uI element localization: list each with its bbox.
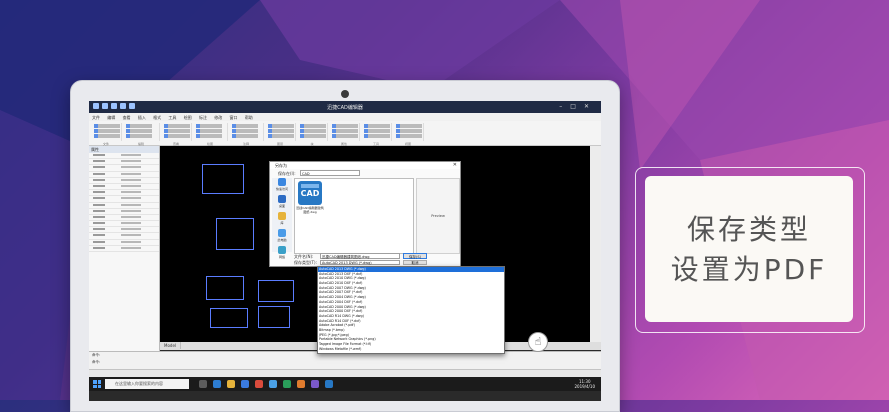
ribbon-group[interactable]: 视图 <box>393 123 424 146</box>
desktop-icon <box>278 195 286 203</box>
taskbar-search-input[interactable]: 在这里输入你要搜索的内容 <box>105 379 189 389</box>
save-button[interactable]: 保存(S) <box>403 253 427 259</box>
ribbon-group[interactable]: 绘图 <box>193 123 228 146</box>
library-icon <box>278 212 286 220</box>
app-icon[interactable] <box>269 380 277 388</box>
drawing-sheet <box>210 308 248 328</box>
file-list[interactable]: CAD 迅捷CAD编辑器建筑图纸.dwg <box>294 178 414 254</box>
ribbon-group[interactable]: 查看 <box>161 123 192 146</box>
app-icon[interactable] <box>255 380 263 388</box>
dropdown-option[interactable]: Windows Metafile (*.wmf) <box>318 347 504 352</box>
dialog-title: 另存为 <box>270 162 460 169</box>
ribbon-group[interactable]: 属性 <box>329 123 360 146</box>
edge-icon[interactable] <box>213 380 221 388</box>
callout-card: 保存类型 设置为PDF <box>645 176 853 322</box>
window-titlebar: 迅捷CAD编辑器 –□✕ <box>89 101 601 113</box>
cad-app-icon[interactable] <box>325 380 333 388</box>
preview-pane: Preview <box>416 178 460 254</box>
place-this-pc[interactable]: 此电脑 <box>272 229 292 243</box>
webcam <box>341 90 349 98</box>
clock-date: 2019/4/10 <box>574 384 595 389</box>
save-in-label: 保存在(I): <box>278 171 296 176</box>
panel-header: 属性 <box>89 146 159 153</box>
command-line: 命令: <box>92 360 101 364</box>
windows-start-icon[interactable] <box>93 380 101 388</box>
close-icon[interactable]: ✕ <box>453 162 457 168</box>
window-title: 迅捷CAD编辑器 <box>327 105 363 111</box>
cad-file-icon[interactable]: CAD <box>298 181 322 205</box>
window-controls[interactable]: –□✕ <box>559 103 597 110</box>
save-type-label: 保存类型(T): <box>294 260 317 265</box>
file-name-input[interactable]: 迅捷CAD编辑器建筑图纸.dwg <box>320 253 400 259</box>
network-icon <box>278 246 286 254</box>
tab-model[interactable]: Model <box>160 342 182 349</box>
drawing-sheet <box>258 306 290 328</box>
place-network[interactable]: 网络 <box>272 246 292 260</box>
pointer-hand-icon: ☝ <box>528 332 548 352</box>
property-row[interactable] <box>89 246 159 252</box>
cancel-button[interactable]: 取消 <box>403 259 427 265</box>
ribbon-group[interactable]: 文件 <box>91 123 122 146</box>
ribbon-group[interactable]: 工具 <box>361 123 392 146</box>
file-item-name[interactable]: 迅捷CAD编辑器建筑图纸.dwg <box>296 206 324 214</box>
place-library[interactable]: 库 <box>272 212 292 226</box>
app-icon[interactable] <box>311 380 319 388</box>
ribbon-toolbar: 文件 编辑 查看 绘图 注释 图层 块 属性 工具 视图 <box>89 121 601 146</box>
drawing-sheet <box>202 164 244 194</box>
drawing-sheet <box>258 280 294 302</box>
store-icon[interactable] <box>241 380 249 388</box>
ribbon-group[interactable]: 注释 <box>229 123 264 146</box>
app-icon[interactable] <box>283 380 291 388</box>
laptop-screen: 迅捷CAD编辑器 –□✕ 文件 编辑 查看 插入 格式 工具 绘图 标注 修改 … <box>89 101 601 401</box>
drawing-sheet <box>206 276 244 300</box>
laptop-frame: 迅捷CAD编辑器 –□✕ 文件 编辑 查看 插入 格式 工具 绘图 标注 修改 … <box>70 80 620 412</box>
save-in-select[interactable]: CAD <box>300 170 360 176</box>
ribbon-group[interactable]: 编辑 <box>123 123 160 146</box>
properties-panel[interactable]: 属性 <box>89 146 160 351</box>
callout-line-1: 保存类型 <box>686 213 811 246</box>
callout-line-2: 设置为PDF <box>670 253 828 286</box>
callout-text: 保存类型 设置为PDF <box>645 210 853 290</box>
star-icon <box>278 178 286 186</box>
computer-icon <box>278 229 286 237</box>
save-type-dropdown[interactable]: AutoCAD 2013 DWG (*.dwg) AutoCAD 2013 DX… <box>317 266 505 354</box>
canvas-scrollbar[interactable] <box>590 146 601 342</box>
menu-bar[interactable]: 文件 编辑 查看 插入 格式 工具 绘图 标注 修改 窗口 帮助 <box>89 113 601 121</box>
taskbar-clock[interactable]: 11:30 2019/4/10 <box>574 379 595 389</box>
ribbon-group[interactable]: 块 <box>297 123 328 146</box>
folder-icon[interactable] <box>227 380 235 388</box>
drawing-sheet <box>216 218 254 250</box>
place-desktop[interactable]: 桌面 <box>272 195 292 209</box>
save-type-select[interactable]: AutoCAD 2013 DWG (*.dwg) <box>320 259 400 265</box>
places-bar: 快速访问 桌面 库 此电脑 网络 <box>272 178 292 259</box>
save-as-dialog: 另存为 ✕ 保存在(I): CAD 快速访问 桌面 库 此电脑 网络 CAD 迅… <box>269 161 461 267</box>
ribbon-group[interactable]: 图层 <box>265 123 296 146</box>
task-view-icon[interactable] <box>199 380 207 388</box>
place-quick-access[interactable]: 快速访问 <box>272 178 292 192</box>
app-icon[interactable] <box>297 380 305 388</box>
windows-taskbar: 在这里输入你要搜索的内容 11:30 2019/4/10 <box>89 377 601 391</box>
